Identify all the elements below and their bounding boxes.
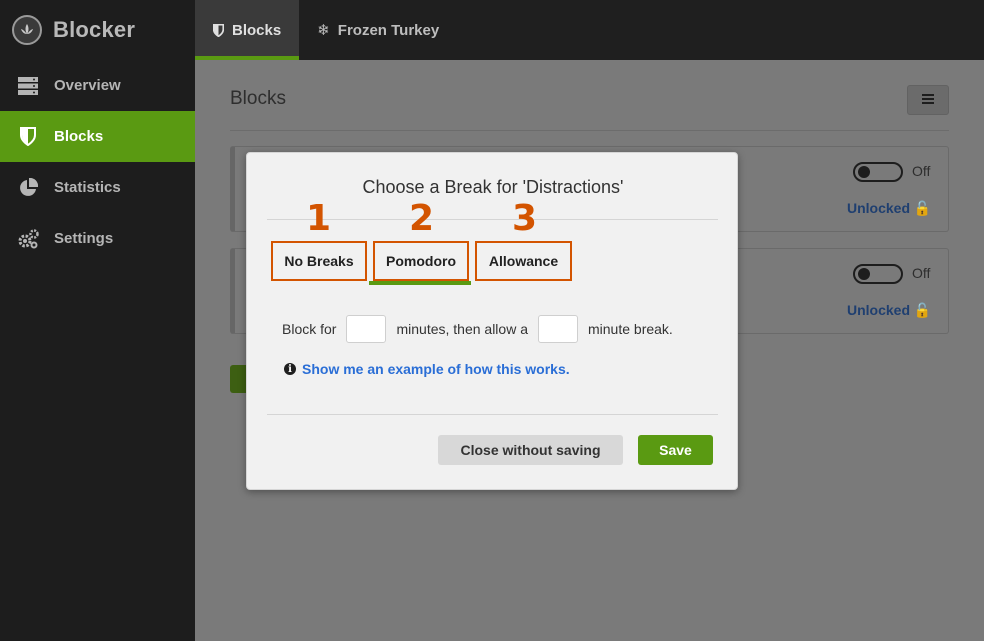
tab-blocks[interactable]: Blocks [195,0,300,60]
gears-icon [17,228,39,249]
annotation-number: 1 [306,198,332,239]
break-minutes-input[interactable] [538,315,578,343]
toggle-status: Off [912,163,931,179]
block-toggle[interactable] [853,162,903,182]
unlock-icon: 🔓 [913,302,932,318]
example-link-text: Show me an example of how this works. [302,361,570,377]
hamburger-icon [922,91,934,109]
divider [230,130,949,131]
tab-label: Blocks [232,21,282,39]
divider [267,414,718,415]
pie-chart-icon [17,177,39,198]
block-for-label: Block for [282,321,337,337]
sidebar-item-label: Overview [54,77,121,94]
lock-status[interactable]: Unlocked 🔓 [847,302,931,319]
sidebar-item-label: Statistics [54,179,121,196]
server-icon [17,76,39,96]
app-name: Blocker [53,17,136,42]
sidebar-item-label: Settings [54,230,114,247]
example-link[interactable]: i Show me an example of how this works. [284,361,570,377]
sidebar-item-label: Blocks [54,128,104,145]
pomodoro-settings: Block for minutes, then allow a minute b… [282,315,673,343]
option-no-breaks[interactable]: No Breaks [271,241,367,281]
sidebar-item-statistics[interactable]: Statistics [0,162,195,213]
tab-label: Frozen Turkey [337,21,440,39]
block-minutes-input[interactable] [346,315,387,343]
divider [267,219,718,220]
page-title: Blocks [230,88,286,109]
block-toggle[interactable] [853,264,903,284]
snowflake-icon: ❄ [317,21,330,39]
top-tabs: Blocks ❄ Frozen Turkey [195,0,984,60]
shield-icon [213,23,224,37]
dialog-title: Choose a Break for 'Distractions' [362,177,624,197]
info-icon: i [284,363,296,375]
sidebar-item-overview[interactable]: Overview [0,60,195,111]
selected-indicator [369,281,471,285]
option-pomodoro[interactable]: Pomodoro [373,241,469,281]
minute-break-label: minute break. [588,321,673,337]
then-allow-label: minutes, then allow a [396,321,528,337]
brand: Blocker [0,0,195,60]
sidebar-item-settings[interactable]: Settings [0,213,195,264]
lotus-logo-icon [12,15,42,45]
unlock-icon: 🔓 [913,200,932,216]
lock-status[interactable]: Unlocked 🔓 [847,200,931,217]
annotation-number: 3 [512,198,538,239]
option-allowance[interactable]: Allowance [475,241,572,281]
annotation-number: 2 [409,198,435,239]
menu-button[interactable] [907,85,949,115]
toggle-status: Off [912,265,931,281]
save-button[interactable]: Save [638,435,713,465]
close-without-saving-button[interactable]: Close without saving [438,435,623,465]
shield-icon [17,127,39,147]
tab-frozen-turkey[interactable]: ❄ Frozen Turkey [299,0,457,60]
break-dialog: Choose a Break for 'Distractions' 1 2 3 … [246,152,738,490]
sidebar: Blocker Overview Blocks Statistics Setti… [0,0,195,641]
sidebar-item-blocks[interactable]: Blocks [0,111,195,162]
